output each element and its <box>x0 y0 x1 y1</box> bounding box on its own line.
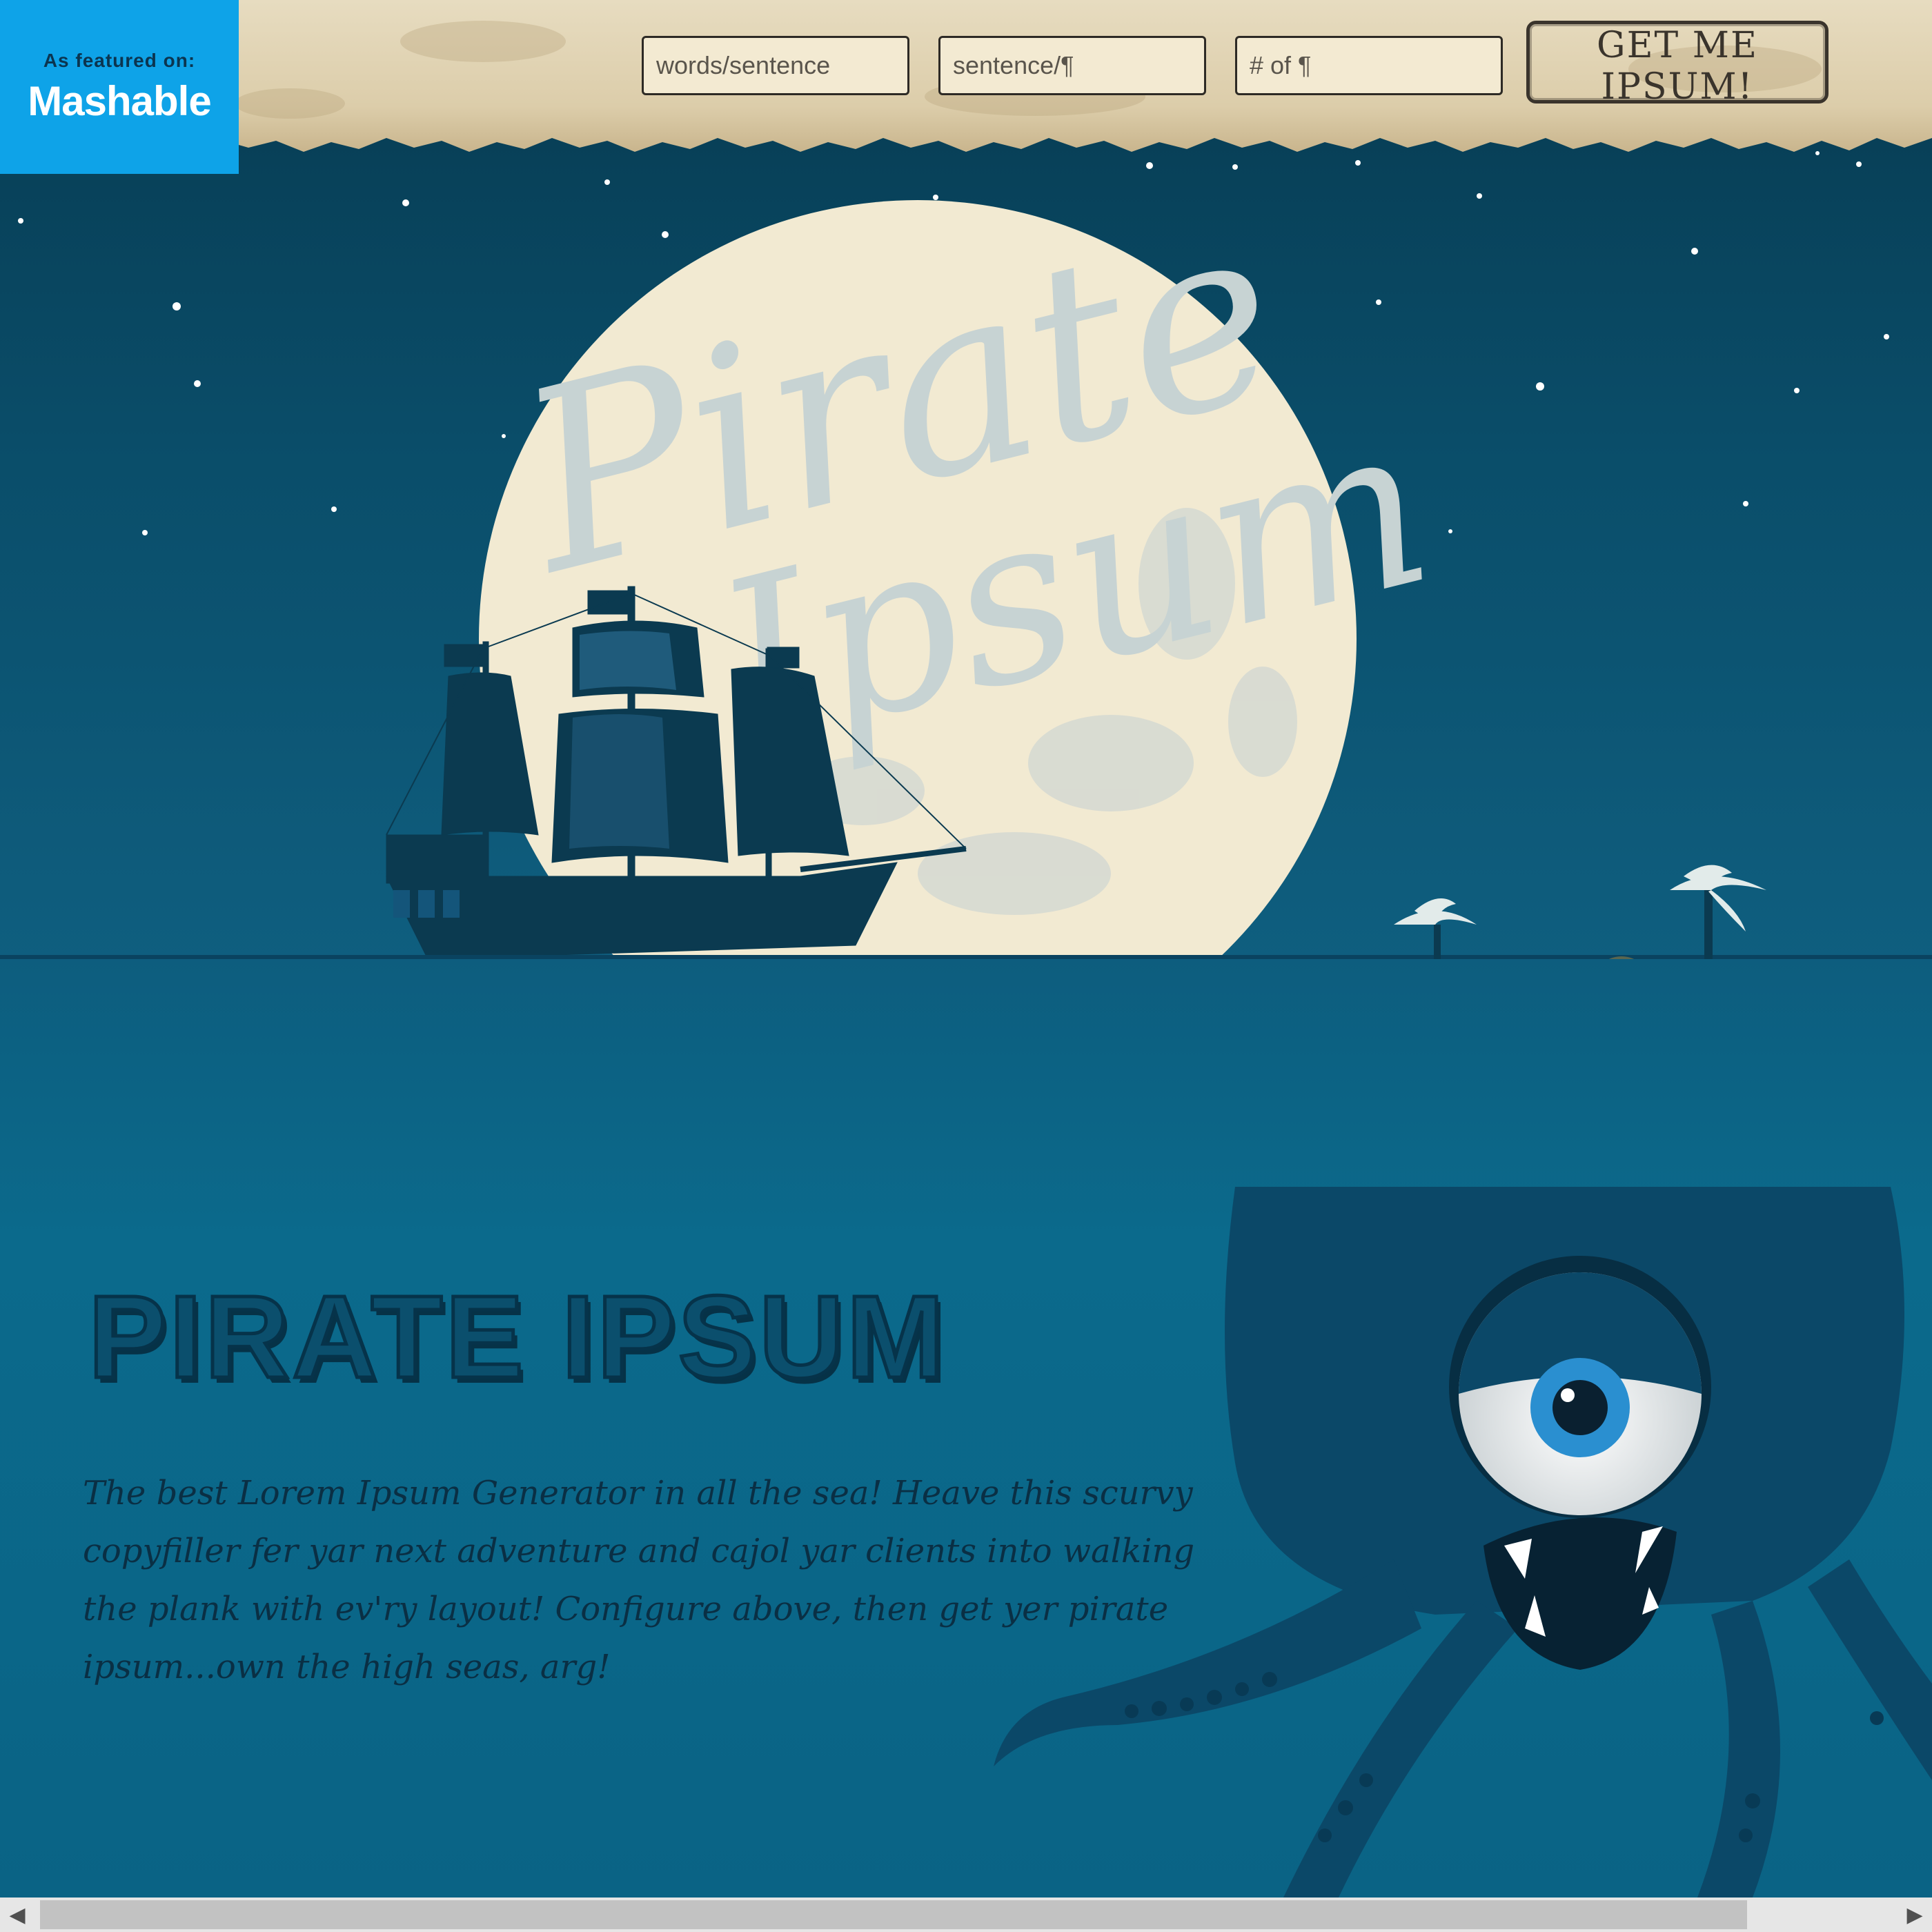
pirate-ship-icon <box>386 586 967 960</box>
mashable-logo: Mashable <box>28 77 211 124</box>
page: Pirate Ipsum As featured on: Mashable wo… <box>0 0 1932 1932</box>
featured-badge[interactable]: As featured on: Mashable <box>0 0 239 174</box>
get-ipsum-button[interactable]: GET ME IPSUM! <box>1526 21 1828 108</box>
paragraph-count-input[interactable] <box>1235 36 1503 95</box>
description: The best Lorem Ipsum Generator in all th… <box>83 1474 1195 1686</box>
scroll-right-icon[interactable]: ▶ <box>1897 1897 1932 1932</box>
featured-label: As featured on: <box>43 49 196 71</box>
scrollbar-thumb[interactable] <box>40 1900 1747 1929</box>
scroll-left-icon[interactable]: ◀ <box>0 1897 34 1932</box>
sentences-per-paragraph-input[interactable] <box>938 36 1206 95</box>
horizontal-scrollbar[interactable]: ◀ ▶ <box>0 1897 1932 1932</box>
words-per-sentence-input[interactable] <box>642 36 909 95</box>
page-title: PIRATE IPSUM <box>86 1270 947 1405</box>
